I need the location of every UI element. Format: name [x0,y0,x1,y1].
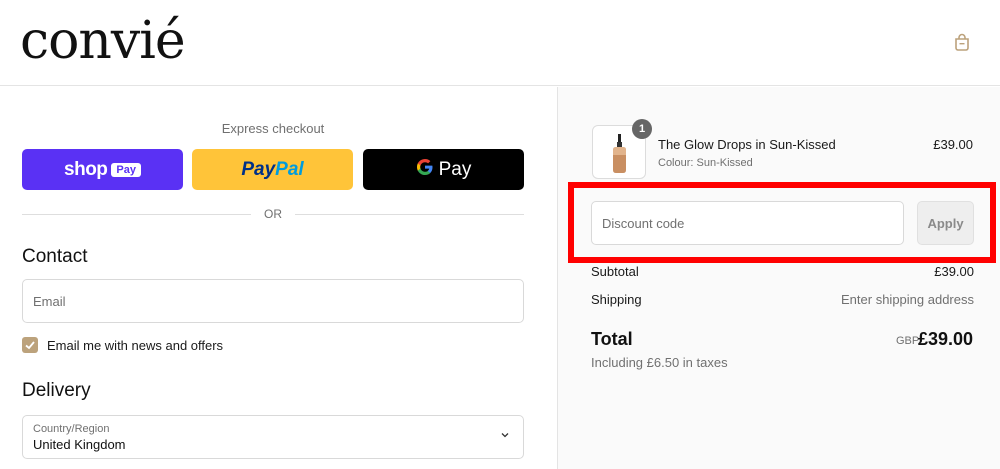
or-divider: OR [22,205,524,223]
shipping-value: Enter shipping address [841,292,974,307]
brand-logo[interactable]: convié [20,6,186,76]
newsletter-label[interactable]: Email me with news and offers [47,338,223,353]
shop-pay-wordmark: shop [64,158,108,180]
paypal-button[interactable]: PayPal [192,149,353,190]
shop-pay-badge: Pay [111,162,141,177]
total-label: Total [591,329,633,349]
product-name: The Glow Drops in Sun-Kissed [658,137,836,152]
google-pay-wordmark: Pay [438,158,472,180]
shipping-row: Shipping Enter shipping address [591,292,974,310]
newsletter-option: Email me with news and offers [22,336,223,354]
chevron-down-icon [501,433,509,438]
country-value: United Kingdom [33,437,126,452]
apply-discount-button[interactable]: Apply [917,201,974,245]
site-header: convié [0,0,1000,86]
shopping-bag-icon[interactable] [953,33,971,51]
google-pay-button[interactable]: Pay [363,149,524,190]
newsletter-checkbox[interactable] [22,337,38,353]
google-g-icon [416,158,434,182]
shipping-label: Shipping [591,292,642,307]
delivery-heading: Delivery [22,380,91,401]
discount-code-wrapper [591,201,904,245]
product-variant: Colour: Sun-Kissed [658,157,753,169]
or-label: OR [264,207,282,221]
paypal-wordmark: PayPal [241,158,304,180]
email-field-wrapper [22,279,524,323]
quantity-badge: 1 [632,119,652,139]
checkout-form-panel: Express checkout shop Pay PayPal Pay OR … [0,87,557,469]
product-price: £39.00 [933,137,973,152]
country-select[interactable]: Country/Region United Kingdom [22,415,524,459]
subtotal-label: Subtotal [591,264,639,279]
order-summary-panel: 1 The Glow Drops in Sun-Kissed Colour: S… [557,87,1000,469]
total-currency: GBP [896,335,920,347]
total-value: £39.00 [917,329,973,349]
country-label: Country/Region [33,423,110,435]
contact-heading: Contact [22,246,88,267]
check-icon [25,341,35,350]
subtotal-value: £39.00 [934,264,974,279]
express-checkout-title: Express checkout [221,121,325,136]
email-input[interactable] [23,280,523,322]
discount-code-input[interactable] [592,202,903,244]
shop-pay-button[interactable]: shop Pay [22,149,183,190]
taxes-note: Including £6.50 in taxes [591,355,728,370]
subtotal-row: Subtotal £39.00 [591,264,974,282]
